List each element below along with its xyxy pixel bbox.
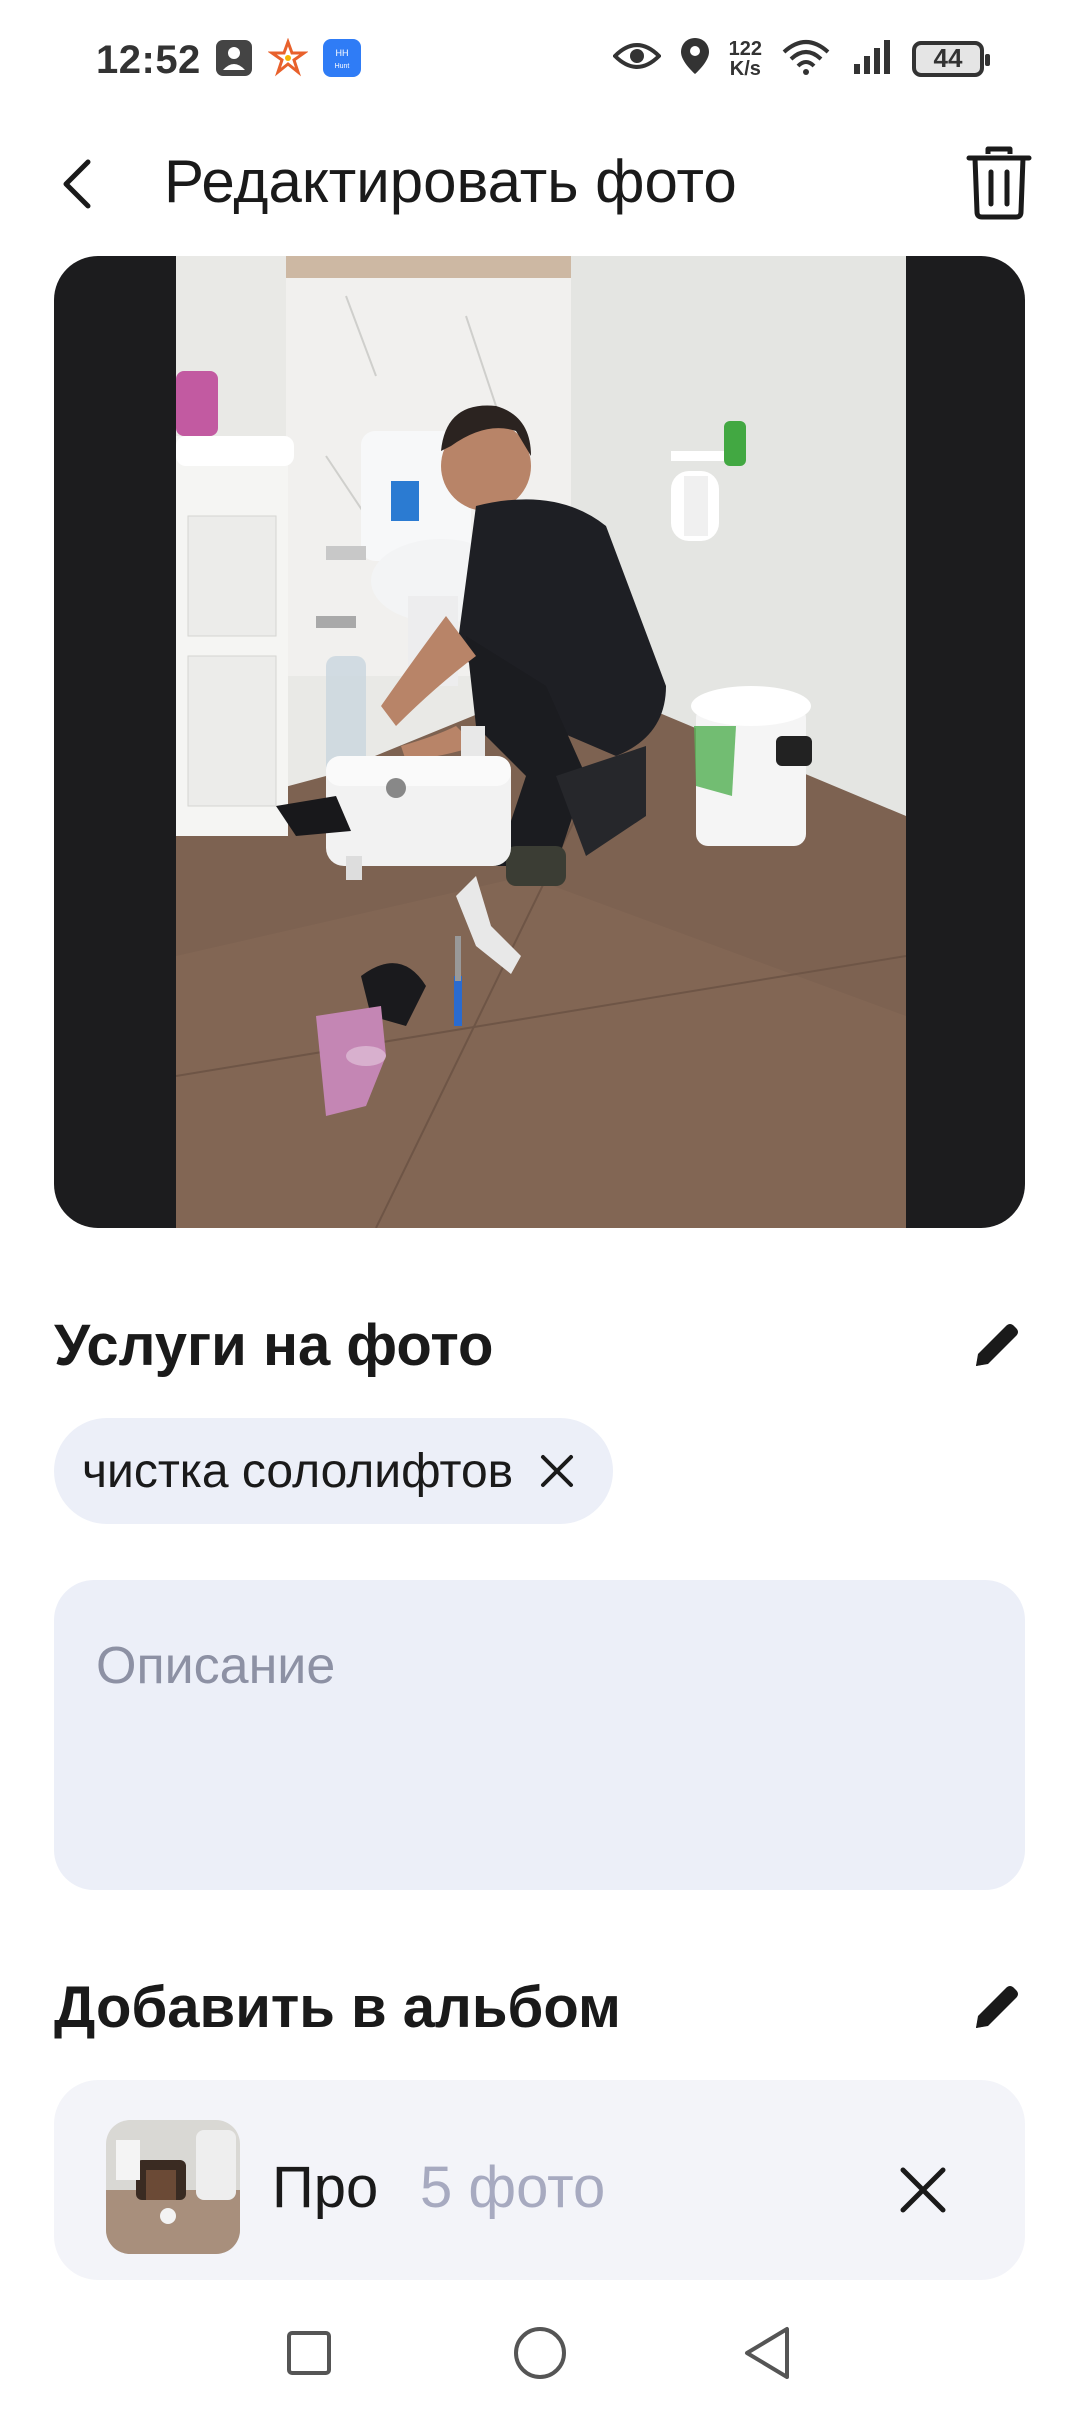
edit-services-button[interactable] xyxy=(964,1314,1028,1378)
close-icon xyxy=(541,1455,574,1487)
svg-text:HH: HH xyxy=(336,48,349,58)
pencil-icon xyxy=(976,1986,1018,2028)
status-time: 12:52 xyxy=(96,38,201,82)
network-speed-unit: K/s xyxy=(729,57,761,80)
service-chip-label: чистка сололифтов xyxy=(82,1444,514,1498)
album-name: Про xyxy=(272,2155,379,2220)
album-section-title: Добавить в альбом xyxy=(54,1975,621,2040)
page-title: Редактировать фото xyxy=(164,148,737,215)
service-chip[interactable]: чистка сололифтов xyxy=(54,1418,614,1524)
star-icon xyxy=(267,37,309,78)
circle-icon xyxy=(514,2327,566,2379)
album-thumbnail xyxy=(106,2120,240,2254)
location-icon xyxy=(679,36,711,81)
pencil-icon xyxy=(976,1324,1018,1366)
signal-icon xyxy=(850,36,894,81)
status-right-icons: 122 K/s 44 xyxy=(611,36,990,81)
app-badge-icon: HH Hunt xyxy=(322,38,362,78)
album-photo-count: 5 фото xyxy=(420,2155,606,2220)
description-field[interactable] xyxy=(54,1580,1025,1890)
status-bar: 12:52 HH Hunt 122 K/s 44 xyxy=(0,0,1080,120)
edit-album-button[interactable] xyxy=(964,1976,1028,2040)
wifi-icon xyxy=(780,36,832,81)
chevron-left-icon xyxy=(63,159,91,209)
photo-preview[interactable] xyxy=(54,256,1025,1228)
album-remove-button[interactable] xyxy=(893,2160,953,2220)
home-button[interactable] xyxy=(505,2318,575,2388)
delete-button[interactable] xyxy=(956,140,1042,226)
triangle-back-icon xyxy=(745,2327,789,2379)
back-button[interactable] xyxy=(44,144,108,224)
square-icon xyxy=(287,2331,331,2375)
service-chip-remove-button[interactable] xyxy=(537,1451,577,1491)
battery-indicator: 44 xyxy=(912,40,990,77)
status-left-icons: HH Hunt xyxy=(214,37,362,78)
close-icon xyxy=(900,2167,946,2213)
network-speed-value: 122 xyxy=(728,37,762,60)
system-navigation-bar xyxy=(0,2290,1080,2412)
eye-icon xyxy=(611,38,662,79)
network-speed: 122 K/s xyxy=(729,39,762,79)
services-section-title: Услуги на фото xyxy=(54,1313,494,1378)
contact-card-icon xyxy=(214,38,254,78)
description-input[interactable] xyxy=(96,1636,983,1696)
album-card[interactable]: Про 5 фото xyxy=(54,2080,1025,2280)
photo-image xyxy=(176,256,906,1228)
svg-text:Hunt: Hunt xyxy=(335,63,350,70)
back-nav-button[interactable] xyxy=(732,2318,802,2388)
album-thumbnail-image xyxy=(106,2120,240,2254)
trash-icon xyxy=(966,146,1032,220)
recents-button[interactable] xyxy=(274,2318,344,2388)
